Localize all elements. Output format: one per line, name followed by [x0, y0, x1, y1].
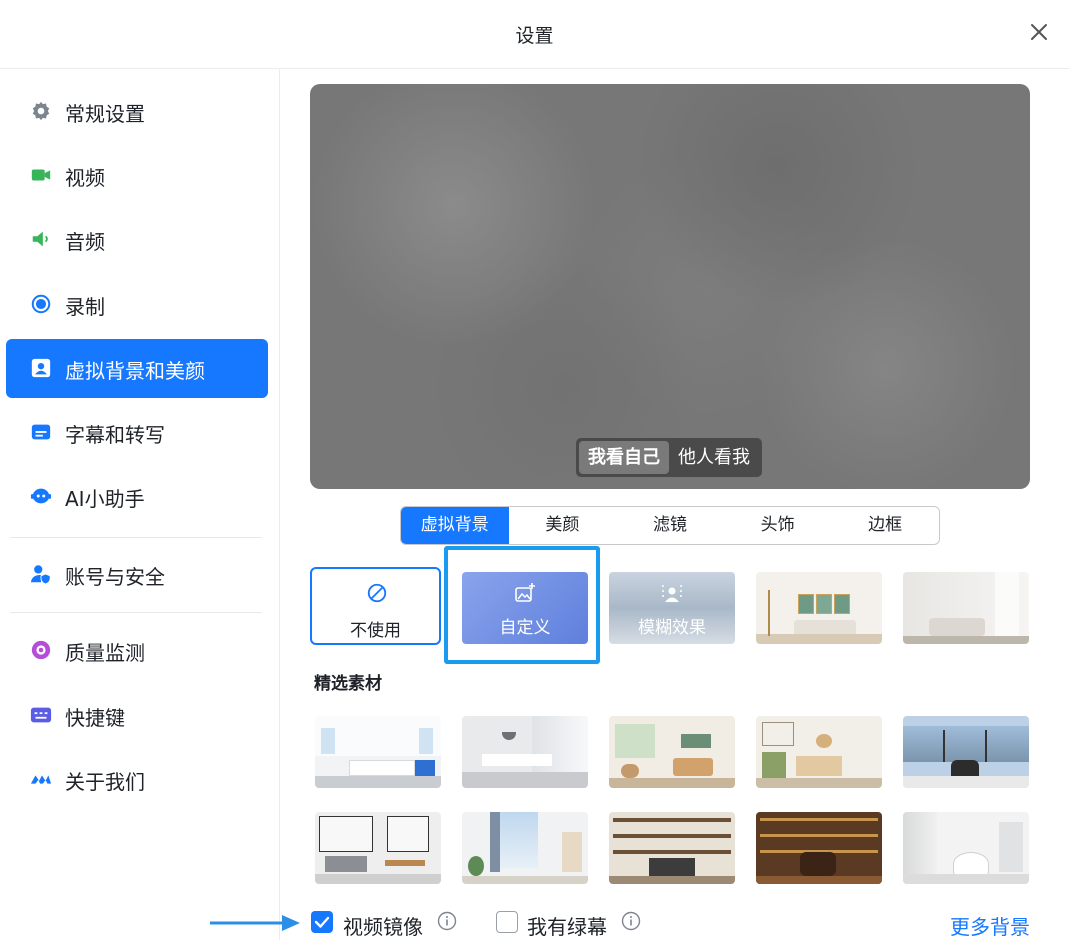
- featured-section-title: 精选素材: [314, 674, 382, 694]
- sidebar-divider: [10, 612, 262, 613]
- view-others-option[interactable]: 他人看我: [669, 441, 759, 474]
- video-camera-icon: [31, 169, 51, 181]
- sidebar-item-about[interactable]: 关于我们: [6, 750, 268, 809]
- tab-virtual-background[interactable]: 虚拟背景: [401, 507, 509, 544]
- background-blur-option[interactable]: 模糊效果: [609, 572, 735, 644]
- effect-tabs: 虚拟背景 美颜 滤镜 头饰 边框: [400, 506, 940, 545]
- sidebar-divider: [10, 537, 262, 538]
- sidebar-item-audio[interactable]: 音频: [6, 210, 268, 269]
- sidebar-item-record[interactable]: 录制: [6, 275, 268, 334]
- caption-icon: [31, 424, 51, 440]
- info-icon[interactable]: [621, 911, 641, 931]
- background-thumbnail[interactable]: [462, 716, 588, 788]
- info-icon[interactable]: [437, 911, 457, 931]
- sidebar-item-label: 字幕和转写: [65, 423, 165, 447]
- sidebar-item-shortcuts[interactable]: 快捷键: [6, 686, 268, 745]
- sidebar-item-quality-monitor[interactable]: 质量监测: [6, 621, 268, 680]
- check-icon: [314, 916, 330, 928]
- video-preview: [310, 84, 1030, 489]
- prohibited-icon: [367, 583, 387, 603]
- monitor-icon: [31, 640, 51, 660]
- record-icon: [31, 294, 51, 314]
- sidebar-item-virtual-background[interactable]: 虚拟背景和美颜: [6, 339, 268, 398]
- sidebar-item-label: 音频: [65, 230, 105, 254]
- background-thumbnail[interactable]: [609, 716, 735, 788]
- view-toggle: 我看自己 他人看我: [576, 438, 762, 477]
- background-thumbnail[interactable]: [756, 812, 882, 884]
- green-screen-label: 我有绿幕: [527, 915, 607, 939]
- speaker-icon: [32, 231, 48, 247]
- background-thumbnail[interactable]: [609, 812, 735, 884]
- title-bar: 设置: [0, 0, 1069, 69]
- mirror-label: 视频镜像: [343, 915, 423, 939]
- sidebar-item-label: 账号与安全: [65, 565, 165, 589]
- keyboard-icon: [30, 707, 52, 723]
- add-image-icon: [515, 583, 535, 602]
- tab-frame[interactable]: 边框: [831, 507, 939, 544]
- background-thumbnail[interactable]: [462, 812, 588, 884]
- background-blur-label: 模糊效果: [638, 618, 706, 638]
- sidebar-item-label: 常规设置: [65, 102, 145, 126]
- blur-person-icon: [662, 585, 682, 602]
- background-thumbnail[interactable]: [756, 572, 882, 644]
- sidebar-item-general[interactable]: 常规设置: [6, 82, 268, 141]
- background-thumbnail[interactable]: [903, 812, 1029, 884]
- sidebar-item-video[interactable]: 视频: [6, 146, 268, 205]
- robot-icon: [30, 488, 52, 504]
- background-thumbnail[interactable]: [903, 716, 1029, 788]
- sidebar-item-captions[interactable]: 字幕和转写: [6, 403, 268, 462]
- sidebar-item-label: 视频: [65, 166, 105, 190]
- sidebar-item-ai-assistant[interactable]: AI小助手: [6, 467, 268, 526]
- sidebar-item-label: 虚拟背景和美颜: [65, 359, 205, 383]
- portrait-icon: [31, 358, 51, 378]
- tab-headwear[interactable]: 头饰: [724, 507, 832, 544]
- sidebar-item-label: 质量监测: [65, 641, 145, 665]
- more-backgrounds-link[interactable]: 更多背景: [950, 911, 1030, 940]
- logo-icon: [30, 775, 52, 784]
- background-none-label: 不使用: [350, 621, 401, 641]
- sidebar: 常规设置 视频 音频 录制 虚拟背景和美颜 字幕和转写 AI小助手 账号与安全 …: [0, 69, 280, 940]
- sidebar-item-account-security[interactable]: 账号与安全: [6, 545, 268, 604]
- background-thumbnail[interactable]: [756, 716, 882, 788]
- view-self-option[interactable]: 我看自己: [579, 441, 669, 474]
- background-thumbnail[interactable]: [315, 716, 441, 788]
- user-shield-icon: [30, 565, 51, 585]
- sidebar-item-label: 录制: [65, 295, 105, 319]
- sidebar-item-label: 快捷键: [65, 706, 125, 730]
- background-thumbnail[interactable]: [315, 812, 441, 884]
- close-icon[interactable]: [1027, 20, 1051, 44]
- background-custom-option[interactable]: 自定义: [462, 572, 588, 644]
- background-custom-label: 自定义: [499, 618, 551, 638]
- background-thumbnail[interactable]: [903, 572, 1029, 644]
- background-none-option[interactable]: 不使用: [310, 567, 441, 645]
- gear-icon: [32, 101, 50, 121]
- pointer-arrow-icon: [210, 915, 300, 931]
- sidebar-item-label: AI小助手: [65, 487, 145, 511]
- mirror-checkbox[interactable]: [311, 911, 333, 933]
- green-screen-checkbox[interactable]: [496, 911, 518, 933]
- tab-beauty[interactable]: 美颜: [509, 507, 617, 544]
- window-title: 设置: [515, 25, 554, 47]
- tab-filter[interactable]: 滤镜: [616, 507, 724, 544]
- sidebar-item-label: 关于我们: [65, 770, 145, 794]
